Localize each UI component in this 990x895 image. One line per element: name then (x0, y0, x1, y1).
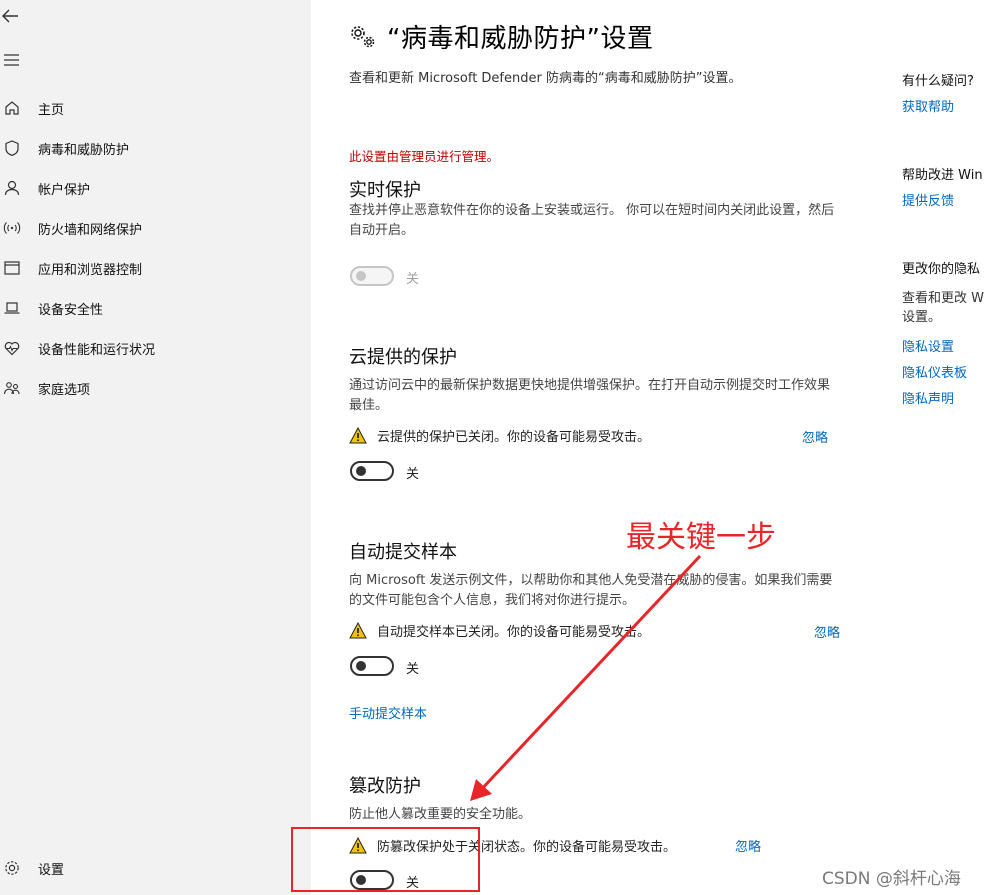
family-icon (2, 378, 22, 398)
cloud-toggle-label: 关 (406, 467, 420, 482)
sidebar-item-label: 病毒和威胁防护 (38, 142, 130, 158)
privacy-settings-link[interactable]: 隐私设置 (902, 336, 954, 355)
sidebar-item-label: 应用和浏览器控制 (38, 262, 143, 278)
right-panel: 有什么疑问? 获取帮助 帮助改进 Win 提供反馈 更改你的隐私 查看和更改 W… (891, 0, 990, 895)
settings-gears-icon (351, 25, 375, 47)
toggle-knob (356, 271, 366, 281)
back-button[interactable] (0, 4, 24, 28)
home-icon (2, 98, 22, 118)
privacy-statement-link[interactable]: 隐私声明 (902, 388, 954, 407)
back-arrow-icon (2, 9, 18, 23)
sidebar-item-settings[interactable]: 设置 (0, 848, 311, 888)
sidebar-item-label: 设置 (38, 862, 65, 878)
sample-submission-title: 自动提交样本 (349, 542, 457, 563)
sample-submission-desc: 向 Microsoft 发送示例文件，以帮助你和其他人免受潜在威胁的侵害。如果我… (349, 573, 833, 608)
sidebar-item-device-security[interactable]: 设备安全性 (0, 288, 311, 328)
warning-icon (349, 622, 367, 639)
laptop-icon (2, 298, 22, 318)
improve-heading: 帮助改进 Win (902, 168, 983, 183)
person-icon (2, 178, 22, 198)
heart-pulse-icon (2, 338, 22, 358)
gear-icon (2, 858, 22, 878)
questions-heading: 有什么疑问? (902, 74, 974, 89)
sidebar-item-label: 主页 (38, 102, 65, 118)
privacy-text-line-2: 设置。 (902, 310, 942, 325)
page-title: “病毒和威胁防护”设置 (387, 24, 654, 54)
sidebar-item-label: 家庭选项 (38, 382, 91, 398)
wifi-signal-icon (2, 218, 22, 238)
cloud-dismiss-link[interactable]: 忽略 (802, 427, 828, 446)
realtime-toggle-label: 关 (406, 272, 420, 287)
cloud-protection-title: 云提供的保护 (349, 347, 457, 368)
give-feedback-link[interactable]: 提供反馈 (902, 190, 954, 209)
hamburger-icon (4, 54, 19, 66)
sidebar-item-app-browser[interactable]: 应用和浏览器控制 (0, 248, 311, 288)
cloud-protection-toggle[interactable] (350, 461, 394, 481)
app-window-icon (2, 258, 22, 278)
tamper-protection-desc: 防止他人篡改重要的安全功能。 (349, 807, 532, 822)
page-header: “病毒和威胁防护”设置 (349, 18, 653, 55)
cloud-warning: 云提供的保护已关闭。你的设备可能易受攻击。 (349, 426, 650, 445)
privacy-dashboard-link[interactable]: 隐私仪表板 (902, 362, 967, 381)
hamburger-menu-button[interactable] (2, 52, 22, 68)
sidebar: 主页 病毒和威胁防护 帐户保护 防火墙和网络保护 应用和浏览器控制 设备安全性 (0, 0, 311, 895)
sidebar-item-label: 帐户保护 (38, 182, 91, 198)
page-subtitle: 查看和更新 Microsoft Defender 防病毒的“病毒和威胁防护”设置… (349, 71, 742, 86)
sidebar-item-label: 设备性能和运行状况 (38, 342, 156, 358)
sample-warning-text: 自动提交样本已关闭。你的设备可能易受攻击。 (377, 625, 651, 640)
annotation-highlight-box (291, 827, 480, 892)
sidebar-item-device-health[interactable]: 设备性能和运行状况 (0, 328, 311, 368)
annotation-label: 最关键一步 (626, 520, 776, 555)
sidebar-item-label: 设备安全性 (38, 302, 104, 318)
sidebar-item-virus-protection[interactable]: 病毒和威胁防护 (0, 128, 311, 168)
privacy-heading: 更改你的隐私 (902, 262, 981, 277)
sample-toggle-label: 关 (406, 662, 420, 677)
sidebar-item-label: 防火墙和网络保护 (38, 222, 143, 238)
sidebar-item-account[interactable]: 帐户保护 (0, 168, 311, 208)
shield-icon (2, 138, 22, 158)
privacy-text-line-1: 查看和更改 W (902, 291, 984, 306)
realtime-protection-title: 实时保护 (349, 180, 421, 201)
cloud-protection-desc: 通过访问云中的最新保护数据更快地提供增强保护。在打开自动示例提交时工作效果最佳。 (349, 378, 831, 413)
realtime-protection-toggle[interactable] (350, 266, 394, 286)
get-help-link[interactable]: 获取帮助 (902, 96, 954, 115)
cloud-warning-text: 云提供的保护已关闭。你的设备可能易受攻击。 (377, 430, 651, 445)
sidebar-item-family[interactable]: 家庭选项 (0, 368, 311, 408)
main-content: “病毒和威胁防护”设置 查看和更新 Microsoft Defender 防病毒… (311, 0, 891, 895)
sample-warning: 自动提交样本已关闭。你的设备可能易受攻击。 (349, 621, 650, 640)
sidebar-item-firewall[interactable]: 防火墙和网络保护 (0, 208, 311, 248)
sample-submission-toggle[interactable] (350, 656, 394, 676)
sidebar-item-home[interactable]: 主页 (0, 88, 311, 128)
tamper-protection-title: 篡改防护 (349, 776, 421, 797)
tamper-dismiss-link[interactable]: 忽略 (735, 836, 761, 855)
watermark: CSDN @斜杆心海 (822, 869, 961, 889)
warning-icon (349, 427, 367, 444)
toggle-knob (356, 661, 366, 671)
manual-submit-sample-link[interactable]: 手动提交样本 (349, 703, 427, 722)
realtime-protection-desc: 查找并停止恶意软件在你的设备上安装或运行。 你可以在短时间内关闭此设置，然后自动… (349, 203, 835, 238)
admin-managed-notice: 此设置由管理员进行管理。 (349, 149, 500, 164)
toggle-knob (356, 466, 366, 476)
sample-dismiss-link[interactable]: 忽略 (814, 622, 840, 641)
